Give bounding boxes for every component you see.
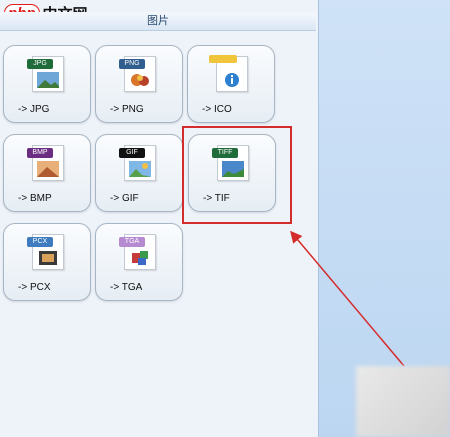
watermark-blur (356, 366, 450, 437)
